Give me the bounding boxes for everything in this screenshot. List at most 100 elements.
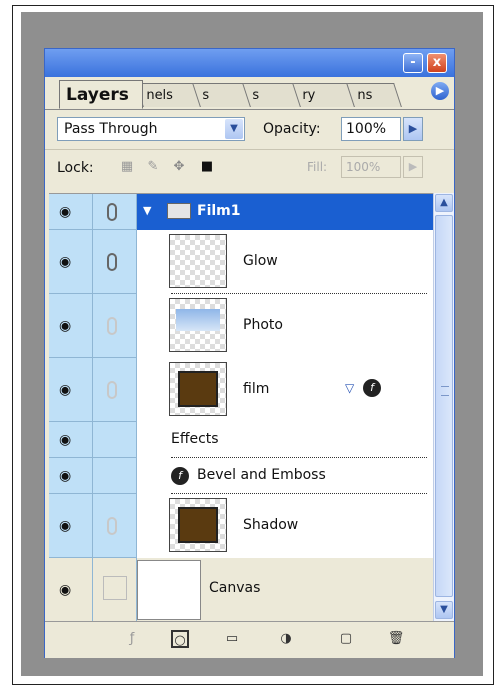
layer-content[interactable]: ▼ Film1	[137, 194, 433, 230]
opacity-slider-button[interactable]: ▶	[403, 117, 423, 141]
eye-icon: ◉	[59, 517, 72, 534]
blend-opacity-row: Pass Through ▼ Opacity: 100% ▶	[45, 111, 454, 145]
layer-thumbnail	[169, 362, 227, 416]
eye-icon: ◉	[59, 381, 72, 398]
layers-panel: - x ns ry s s nels Layers ▶ Pass Through…	[44, 48, 455, 658]
layer-name: Photo	[243, 317, 283, 333]
effects-expand-icon[interactable]: ▽	[345, 381, 354, 395]
title-bar[interactable]: - x	[45, 49, 454, 77]
layer-thumbnail	[169, 498, 227, 552]
opacity-field[interactable]: 100%	[341, 117, 401, 141]
layer-row-photo[interactable]: ◉ Photo	[49, 294, 433, 358]
chevron-down-icon[interactable]: ▼	[225, 119, 243, 139]
new-layer-icon[interactable]: ▢	[337, 630, 355, 648]
fill-label: Fill:	[307, 160, 328, 174]
layer-content[interactable]: Shadow	[137, 494, 433, 558]
vertical-scrollbar[interactable]: ▲ ▼	[433, 193, 454, 621]
lock-position-icon[interactable]: ✥	[171, 159, 187, 175]
tab-actions[interactable]: ns	[346, 83, 402, 107]
link-icon	[107, 380, 117, 399]
minimize-button[interactable]: -	[403, 53, 423, 73]
bottom-toolbar: ƒ ○ ▭ ◑ ▢ 🗑	[45, 621, 454, 658]
fx-icon[interactable]: f	[363, 379, 381, 397]
shadow-preview	[178, 507, 218, 543]
layer-row-shadow[interactable]: ◉ Shadow	[49, 494, 433, 558]
fx-icon: f	[171, 467, 189, 485]
layer-content[interactable]: Glow	[137, 230, 433, 294]
link-toggle[interactable]	[93, 358, 137, 422]
link-toggle[interactable]	[93, 494, 137, 558]
layer-name: Shadow	[243, 517, 299, 533]
tab-channels[interactable]: nels	[135, 83, 201, 107]
tab-layers[interactable]: Layers	[59, 80, 143, 109]
tab-swatches[interactable]: s	[191, 83, 251, 107]
tab-history[interactable]: ry	[291, 83, 355, 107]
film-preview	[178, 371, 218, 407]
link-toggle[interactable]	[93, 230, 137, 294]
eye-icon: ◉	[59, 467, 72, 484]
add-mask-icon[interactable]: ○	[171, 630, 189, 648]
lock-paint-icon[interactable]: ✎	[145, 159, 161, 175]
blend-mode-select[interactable]: Pass Through ▼	[57, 117, 245, 141]
effects-label: Effects	[171, 431, 219, 447]
menu-arrow-icon[interactable]: ▶	[431, 82, 449, 100]
adjustment-layer-icon[interactable]: ◑	[277, 630, 295, 648]
visibility-toggle[interactable]: ◉	[49, 194, 93, 230]
layer-style-icon[interactable]: ƒ	[123, 630, 141, 648]
close-button[interactable]: x	[427, 53, 447, 73]
link-toggle[interactable]	[93, 294, 137, 358]
layer-row-canvas[interactable]: ◉ Canvas	[49, 558, 433, 622]
photo-preview	[176, 309, 220, 331]
layer-row-effects[interactable]: ◉ Effects	[49, 422, 433, 458]
link-box	[103, 576, 127, 600]
layer-content[interactable]: Photo	[137, 294, 433, 358]
visibility-toggle[interactable]: ◉	[49, 358, 93, 422]
layer-name: film	[243, 381, 270, 397]
link-column	[93, 458, 137, 494]
layer-row-film1[interactable]: ◉ ▼ Film1	[49, 194, 433, 230]
link-icon	[107, 252, 117, 271]
layer-content[interactable]: film ▽ f	[137, 358, 433, 422]
lock-transparency-icon[interactable]: ▦	[119, 159, 135, 175]
layer-row-film[interactable]: ◉ film ▽ f	[49, 358, 433, 422]
visibility-toggle[interactable]: ◉	[49, 230, 93, 294]
eye-icon: ◉	[59, 317, 72, 334]
link-toggle[interactable]	[93, 194, 137, 230]
scroll-down-button[interactable]: ▼	[435, 601, 453, 619]
eye-icon: ◉	[59, 431, 72, 448]
eye-icon: ◉	[59, 253, 72, 270]
lock-all-icon[interactable]: ■	[199, 159, 215, 175]
lock-fill-row: Lock: ▦ ✎ ✥ ■ Fill: 100% ▶	[45, 149, 454, 184]
fill-field[interactable]: 100%	[341, 156, 401, 178]
layer-content[interactable]: f Bevel and Emboss	[137, 458, 433, 494]
layer-content[interactable]: Effects	[137, 422, 433, 458]
layer-row-bevel[interactable]: ◉ f Bevel and Emboss	[49, 458, 433, 494]
scroll-up-button[interactable]: ▲	[435, 194, 453, 212]
tab-styles[interactable]: s	[241, 83, 301, 107]
blend-mode-value: Pass Through	[64, 121, 158, 137]
opacity-label: Opacity:	[263, 121, 321, 137]
layer-thumbnail	[169, 298, 227, 352]
lock-label: Lock:	[57, 160, 94, 176]
eye-icon: ◉	[59, 203, 72, 220]
layer-thumbnail	[169, 234, 227, 288]
visibility-toggle[interactable]: ◉	[49, 558, 93, 622]
eye-icon: ◉	[59, 581, 72, 598]
fill-slider-button[interactable]: ▶	[403, 156, 423, 178]
visibility-toggle[interactable]: ◉	[49, 294, 93, 358]
layer-row-glow[interactable]: ◉ Glow	[49, 230, 433, 294]
new-group-icon[interactable]: ▭	[223, 630, 241, 648]
visibility-toggle[interactable]: ◉	[49, 422, 93, 458]
layer-thumbnail	[137, 560, 201, 620]
effect-name: Bevel and Emboss	[197, 467, 326, 483]
layer-content[interactable]: Canvas	[137, 558, 433, 622]
layer-name: Film1	[197, 203, 241, 219]
scroll-thumb[interactable]	[435, 215, 453, 597]
visibility-toggle[interactable]: ◉	[49, 494, 93, 558]
visibility-toggle[interactable]: ◉	[49, 458, 93, 494]
grip-icon	[441, 386, 449, 396]
tab-bar: ns ry s s nels Layers ▶	[45, 77, 454, 110]
expand-triangle-icon[interactable]: ▼	[143, 204, 151, 217]
trash-icon[interactable]: 🗑	[387, 630, 405, 648]
link-toggle[interactable]	[93, 558, 137, 622]
